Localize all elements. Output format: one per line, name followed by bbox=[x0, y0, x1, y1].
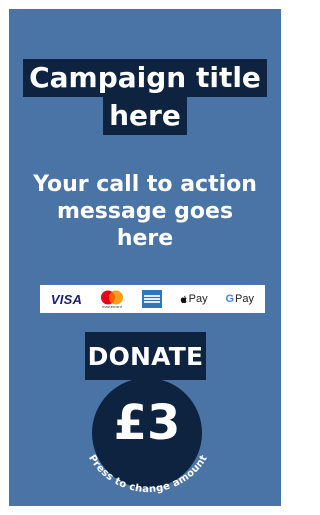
google-g-icon: G bbox=[225, 293, 235, 305]
google-pay-logo: G Pay bbox=[225, 293, 254, 305]
cta-line-1: Your call to action bbox=[33, 172, 257, 197]
visa-logo: VISA bbox=[50, 291, 83, 307]
donation-amount-button[interactable]: £3 bbox=[92, 378, 202, 488]
payment-methods-bar: VISA mastercard Pay G Pay bbox=[40, 285, 265, 313]
apple-pay-label: Pay bbox=[188, 293, 208, 305]
donate-heading: DONATE bbox=[85, 332, 206, 380]
apple-pay-logo: Pay bbox=[180, 293, 208, 305]
campaign-title: Campaign title here bbox=[9, 59, 281, 135]
campaign-title-line-1: Campaign title bbox=[23, 59, 267, 97]
campaign-title-line-2: here bbox=[103, 97, 187, 135]
google-pay-label: Pay bbox=[235, 293, 255, 305]
amex-logo bbox=[141, 290, 162, 308]
ad-frame: Campaign title here Your call to action … bbox=[0, 0, 290, 515]
amex-icon bbox=[141, 290, 162, 308]
cta-line-3: here bbox=[116, 226, 174, 251]
mastercard-icon bbox=[100, 290, 123, 304]
call-to-action: Your call to action message goes here bbox=[9, 171, 281, 252]
donation-panel: Campaign title here Your call to action … bbox=[9, 9, 281, 506]
donation-amount: £3 bbox=[113, 395, 181, 451]
cta-line-2: message goes bbox=[56, 199, 234, 224]
apple-icon bbox=[180, 295, 187, 303]
mastercard-logo: mastercard bbox=[100, 290, 124, 309]
mastercard-label: mastercard bbox=[101, 304, 122, 309]
